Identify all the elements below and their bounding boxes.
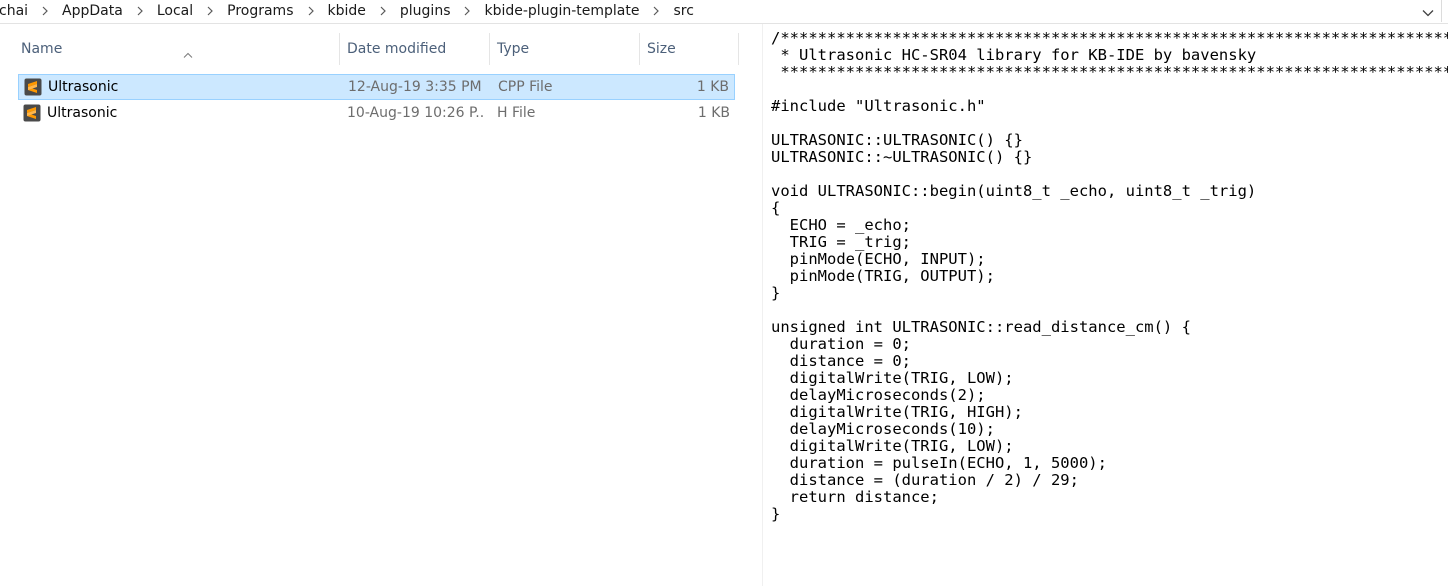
code-line: { <box>771 199 781 217</box>
code-line: delayMicroseconds(10); <box>771 420 995 438</box>
address-history-dropdown[interactable] <box>1417 0 1439 22</box>
code-line: ULTRASONIC::~ULTRASONIC() {} <box>771 148 1033 166</box>
code-line: return distance; <box>771 488 939 506</box>
preview-pane: /***************************************… <box>763 24 1448 586</box>
column-header-size[interactable]: Size <box>639 33 739 65</box>
column-header-name-label: Name <box>21 41 63 57</box>
sublime-text-file-icon <box>24 78 42 96</box>
code-line: } <box>771 505 781 523</box>
breadcrumb-item-kbide-plugin-template[interactable]: kbide-plugin-template <box>481 1 642 21</box>
file-size: 1 KB <box>697 105 730 121</box>
file-date-modified: 12-Aug-19 3:35 PM <box>348 79 482 95</box>
code-line: void ULTRASONIC::begin(uint8_t _echo, ui… <box>771 182 1257 200</box>
code-line: * Ultrasonic HC-SR04 library for KB-IDE … <box>771 46 1257 64</box>
breadcrumb-item-kbide[interactable]: kbide <box>325 1 369 21</box>
code-line: distance = 0; <box>771 352 911 370</box>
file-type: CPP File <box>498 79 553 95</box>
breadcrumb: chai AppData Local Programs kbide plugin… <box>0 0 697 22</box>
file-date-modified: 10-Aug-19 10:26 P... <box>347 105 483 121</box>
column-header-type[interactable]: Type <box>489 33 640 65</box>
code-line: pinMode(ECHO, INPUT); <box>771 250 986 268</box>
code-line: pinMode(TRIG, OUTPUT); <box>771 267 995 285</box>
file-explorer-window: chai AppData Local Programs kbide plugin… <box>0 0 1448 586</box>
code-line: } <box>771 284 781 302</box>
file-row[interactable]: Ultrasonic 12-Aug-19 3:35 PM CPP File 1 … <box>18 74 735 100</box>
chevron-right-icon[interactable] <box>297 1 325 21</box>
code-line: digitalWrite(TRIG, LOW); <box>771 369 1014 387</box>
chevron-right-icon[interactable] <box>196 1 224 21</box>
chevron-right-icon[interactable] <box>453 1 481 21</box>
code-line: duration = 0; <box>771 335 911 353</box>
code-line: ****************************************… <box>771 63 1448 81</box>
code-line: TRIG = _trig; <box>771 233 911 251</box>
breadcrumb-item-chai[interactable]: chai <box>0 1 31 21</box>
column-header-size-label: Size <box>647 41 676 57</box>
code-line: ECHO = _echo; <box>771 216 911 234</box>
file-name: Ultrasonic <box>47 105 118 121</box>
chevron-down-icon <box>1422 2 1434 21</box>
file-size: 1 KB <box>696 79 729 95</box>
file-row[interactable]: Ultrasonic 10-Aug-19 10:26 P... H File 1… <box>18 101 735 127</box>
chevron-right-icon[interactable] <box>126 1 154 21</box>
code-line: ULTRASONIC::ULTRASONIC() {} <box>771 131 1023 149</box>
file-list-pane: Name Date modified Type Size Ultrasonic … <box>0 24 762 586</box>
column-header-name[interactable]: Name <box>13 33 340 65</box>
code-line: unsigned int ULTRASONIC::read_distance_c… <box>771 318 1191 336</box>
code-line: duration = pulseIn(ECHO, 1, 5000); <box>771 454 1107 472</box>
chevron-right-icon[interactable] <box>369 1 397 21</box>
code-line: /***************************************… <box>771 29 1448 47</box>
breadcrumb-item-src[interactable]: src <box>670 1 696 21</box>
code-line: distance = (duration / 2) / 29; <box>771 471 1079 489</box>
refresh-button-edge[interactable] <box>1441 0 1448 22</box>
file-type: H File <box>497 105 536 121</box>
breadcrumb-item-plugins[interactable]: plugins <box>397 1 454 21</box>
column-header-type-label: Type <box>497 41 530 57</box>
breadcrumb-item-appdata[interactable]: AppData <box>59 1 126 21</box>
code-preview: /***************************************… <box>771 30 1448 523</box>
code-line: delayMicroseconds(2); <box>771 386 986 404</box>
column-header-date-label: Date modified <box>347 41 447 57</box>
address-bar[interactable]: chai AppData Local Programs kbide plugin… <box>0 0 1448 24</box>
file-name: Ultrasonic <box>48 79 119 95</box>
sort-ascending-icon <box>183 38 193 70</box>
code-line: digitalWrite(TRIG, LOW); <box>771 437 1014 455</box>
chevron-right-icon[interactable] <box>31 1 59 21</box>
column-header-date-modified[interactable]: Date modified <box>339 33 490 65</box>
sublime-text-file-icon <box>23 104 41 122</box>
code-line: #include "Ultrasonic.h" <box>771 97 986 115</box>
breadcrumb-item-local[interactable]: Local <box>154 1 196 21</box>
chevron-right-icon[interactable] <box>642 1 670 21</box>
code-line: digitalWrite(TRIG, HIGH); <box>771 403 1023 421</box>
breadcrumb-item-programs[interactable]: Programs <box>224 1 296 21</box>
